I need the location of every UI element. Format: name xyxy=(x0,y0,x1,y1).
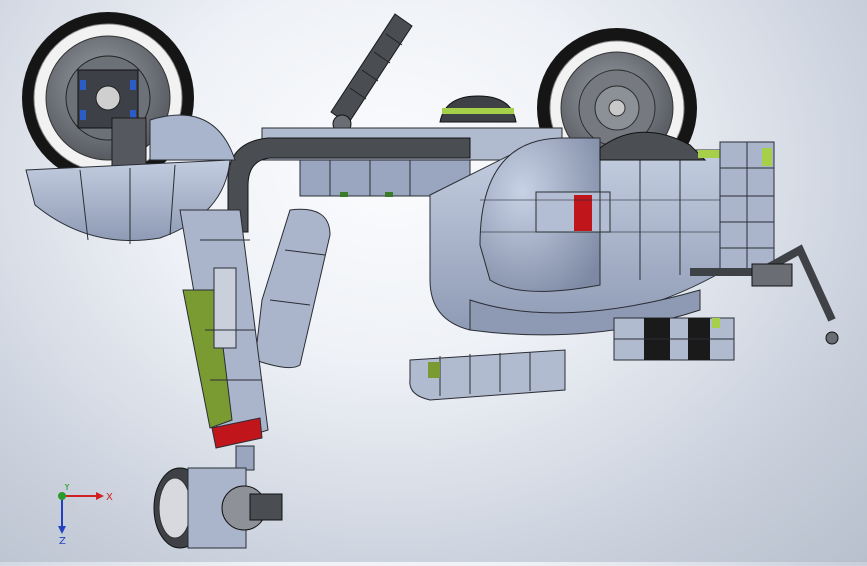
steering-column xyxy=(179,209,269,449)
cad-viewport[interactable] xyxy=(0,0,867,562)
z-axis-label: Z xyxy=(59,536,66,546)
tank-hump xyxy=(439,95,517,123)
x-axis-arrow xyxy=(96,492,104,500)
triad-axes: X Y Z xyxy=(58,482,113,547)
rear-light-cluster xyxy=(719,141,775,273)
scooter-assembly-model[interactable] xyxy=(0,0,867,562)
orientation-triad: X Y Z xyxy=(44,482,114,547)
z-axis-arrow xyxy=(58,526,66,534)
side-panel-spare xyxy=(254,208,331,369)
headlight-hub xyxy=(153,445,283,549)
y-axis-label: Y xyxy=(63,484,71,493)
y-axis-point xyxy=(58,492,66,500)
handlebar-grip xyxy=(330,13,413,134)
x-axis-label: X xyxy=(106,492,113,503)
